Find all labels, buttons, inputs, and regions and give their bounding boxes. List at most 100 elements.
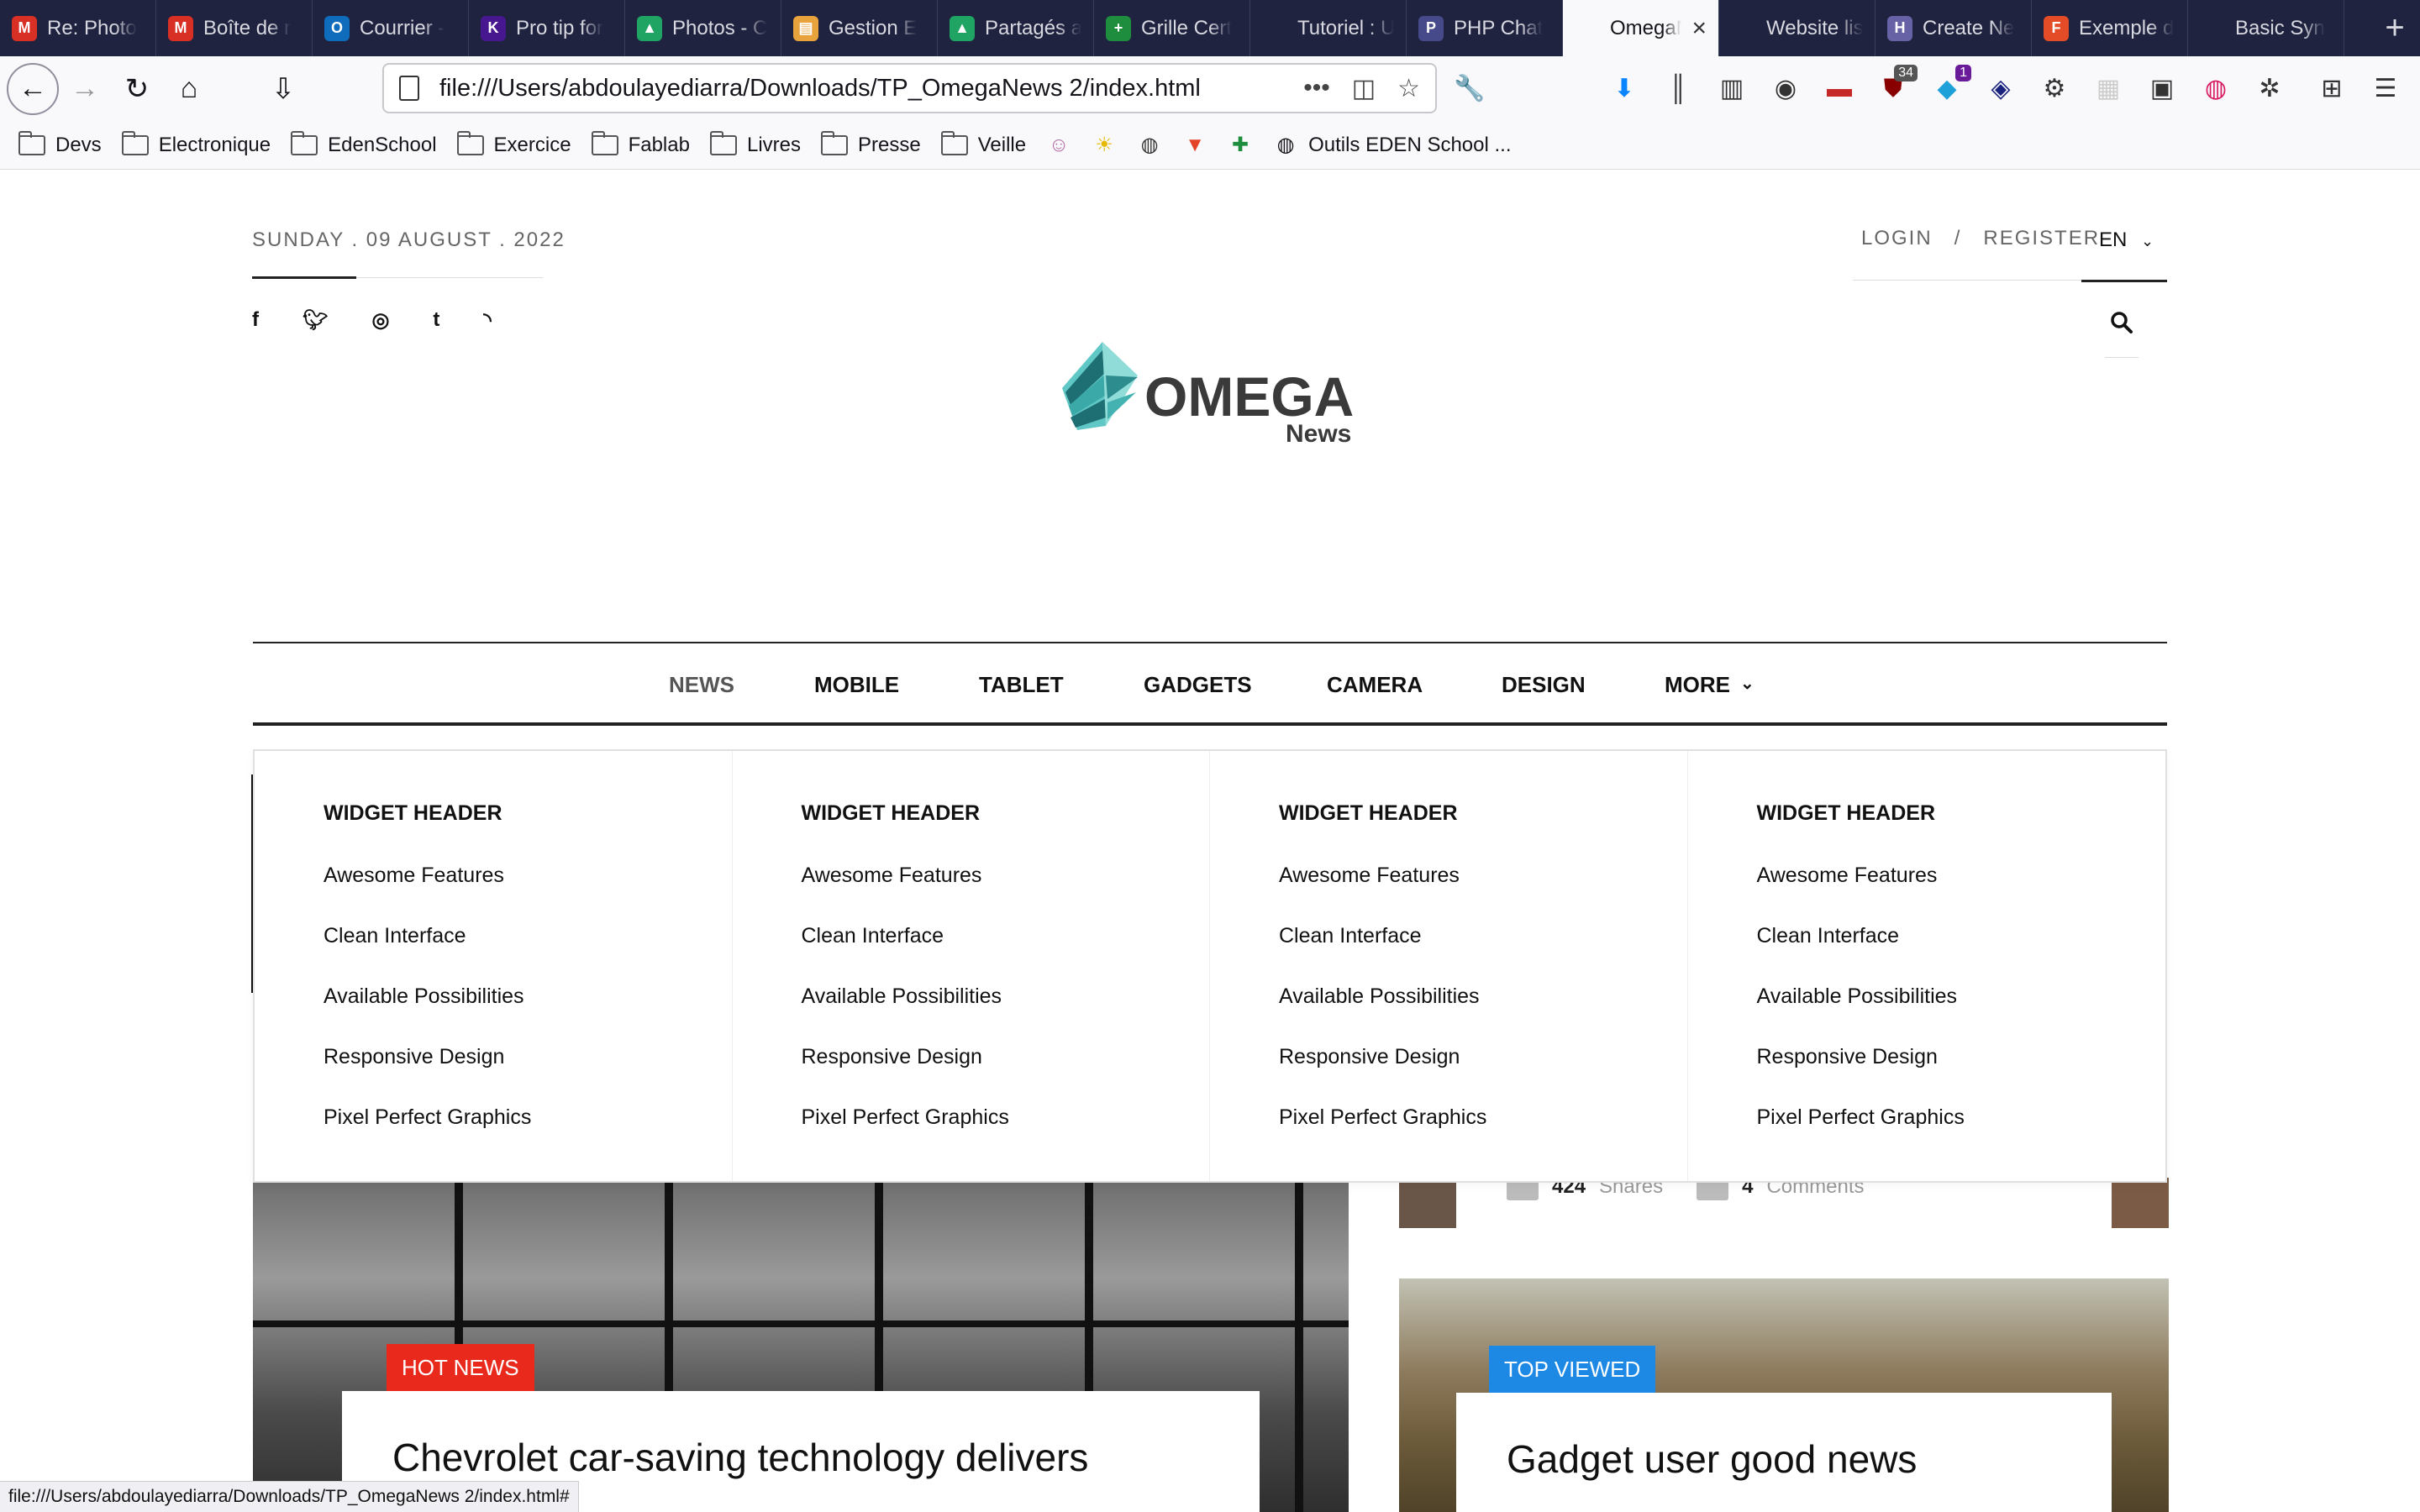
instagram-icon[interactable]: ◎ — [371, 308, 389, 333]
bookmark-folder[interactable]: Exercice — [456, 130, 571, 157]
mega-menu-link[interactable]: Clean Interface — [1279, 924, 1687, 984]
bookmark-ico-1[interactable]: ☺ — [1046, 133, 1071, 158]
browser-tab[interactable]: M Boîte de r — [156, 0, 313, 56]
browser-tab[interactable]: Basic Syn — [2188, 0, 2344, 56]
thumbnail[interactable] — [2112, 1178, 2169, 1228]
bookmark-folder[interactable]: Fablab — [591, 130, 690, 157]
rss-icon[interactable]: ◝ — [483, 308, 491, 333]
forward-icon[interactable]: → — [59, 63, 111, 115]
bookmark-folder[interactable]: Devs — [18, 130, 102, 157]
language-select[interactable]: EN ⌄ — [2099, 228, 2154, 252]
url-bar[interactable]: file:///Users/abdoulayediarra/Downloads/… — [382, 63, 1437, 113]
lastpass-icon[interactable]: ▬ — [1823, 73, 1855, 105]
color-picker-icon[interactable]: ◍ — [2200, 73, 2232, 105]
sidebar-icon[interactable]: ▥ — [1716, 73, 1748, 105]
browser-tab[interactable]: ▲ Partagés a — [938, 0, 1094, 56]
bookmark-folder[interactable]: Livres — [709, 130, 801, 157]
search-icon[interactable] — [2105, 311, 2139, 358]
pocket-icon[interactable]: ◫ — [1352, 74, 1376, 103]
browser-tab[interactable]: ▲ Photos - C — [625, 0, 781, 56]
browser-tab[interactable]: P PHP Chat — [1407, 0, 1563, 56]
facebook-icon[interactable]: f — [252, 308, 259, 333]
wrench-icon[interactable]: 🔧 — [1454, 73, 1486, 105]
bookmark-folder[interactable]: Veille — [940, 130, 1026, 157]
library-icon[interactable]: ║ — [1662, 73, 1694, 105]
nav-news[interactable]: NEWS — [669, 672, 734, 698]
browser-tab[interactable]: H Create Ne — [1876, 0, 2032, 56]
article-title[interactable]: Gadget user good news — [1507, 1436, 1917, 1482]
browser-tab[interactable]: Tutoriel : Un c — [1250, 0, 1407, 56]
browser-tab[interactable]: F Exemple d — [2032, 0, 2188, 56]
globe-icon[interactable]: ◍ — [1137, 133, 1162, 158]
thumbnail[interactable] — [1399, 1178, 1456, 1228]
browser-tab[interactable]: + Grille Cert — [1094, 0, 1250, 56]
gift-icon[interactable]: ⊞ — [2316, 73, 2348, 105]
browser-tab[interactable]: K Pro tip for — [469, 0, 625, 56]
site-logo[interactable]: OMEGA News — [1054, 325, 1365, 459]
download-icon[interactable]: ⬇ — [1608, 73, 1640, 105]
mega-menu-link[interactable]: Clean Interface — [324, 924, 732, 984]
mega-menu-link[interactable]: Responsive Design — [324, 1045, 732, 1105]
category-badge[interactable]: HOT NEWS — [387, 1344, 534, 1391]
back-icon[interactable]: ← — [7, 62, 59, 115]
gitlab-icon[interactable]: ▼ — [1182, 133, 1207, 158]
more-actions-icon[interactable]: ••• — [1303, 74, 1330, 102]
pin-icon[interactable]: ⇩ — [257, 63, 309, 115]
mega-menu-link[interactable]: Responsive Design — [1279, 1045, 1687, 1105]
layers-icon[interactable]: ◈ — [1985, 73, 2017, 105]
mega-menu-link[interactable]: Clean Interface — [802, 924, 1210, 984]
mega-menu-link[interactable]: Pixel Perfect Graphics — [1757, 1105, 2166, 1166]
gear-icon[interactable]: ⚙ — [2039, 73, 2070, 105]
mega-menu-link[interactable]: Awesome Features — [324, 864, 732, 924]
nav-gadgets[interactable]: GADGETS — [1144, 672, 1252, 698]
bug-icon[interactable]: ✲ — [2254, 73, 2286, 105]
article-title[interactable]: Chevrolet car-saving technology delivers — [392, 1435, 1088, 1480]
mega-menu-link[interactable]: Responsive Design — [1757, 1045, 2166, 1105]
browser-tab[interactable]: O Courrier - — [313, 0, 469, 56]
account-icon[interactable]: ◉ — [1770, 73, 1802, 105]
browser-tab[interactable]: ▤ Gestion E — [781, 0, 938, 56]
browser-tab[interactable]: OmegaNe × — [1563, 0, 1719, 56]
home-icon[interactable]: ⌂ — [163, 63, 215, 115]
mega-menu-link[interactable]: Pixel Perfect Graphics — [1279, 1105, 1687, 1166]
browser-tab[interactable]: M Re: Photo — [0, 0, 156, 56]
close-tab-icon[interactable]: × — [1691, 14, 1707, 43]
url-text[interactable]: file:///Users/abdoulayediarra/Downloads/… — [439, 75, 1201, 102]
new-tab-icon[interactable]: + — [2370, 0, 2420, 56]
grid-icon[interactable]: ▦ — [2092, 73, 2124, 105]
mega-menu-link[interactable]: Available Possibilities — [1279, 984, 1687, 1045]
mega-menu-link[interactable]: Available Possibilities — [802, 984, 1210, 1045]
mega-menu-link[interactable]: Awesome Features — [802, 864, 1210, 924]
category-badge[interactable]: TOP VIEWED — [1489, 1346, 1656, 1393]
article-card[interactable]: Gadget user good news — [1456, 1393, 2112, 1512]
mega-menu-link[interactable]: Responsive Design — [802, 1045, 1210, 1105]
bookmark-link[interactable]: ◍ Outils EDEN School ... — [1273, 133, 1512, 158]
browser-tab[interactable]: Website list — [1719, 0, 1876, 56]
reload-icon[interactable]: ↻ — [111, 63, 163, 115]
mega-menu-link[interactable]: Available Possibilities — [1757, 984, 2166, 1045]
sun-icon[interactable]: ☀ — [1092, 133, 1117, 158]
register-link[interactable]: REGISTER — [1983, 227, 2100, 250]
tumblr-icon[interactable]: t — [433, 308, 439, 333]
twitter-icon[interactable]: 🐦︎ — [302, 308, 328, 333]
note-icon[interactable]: ▣ — [2146, 73, 2178, 105]
mega-menu-link[interactable]: Pixel Perfect Graphics — [324, 1105, 732, 1166]
extension-icon[interactable]: ◆ 1 — [1931, 64, 1971, 105]
sheets-icon[interactable]: ✚ — [1228, 133, 1253, 158]
mega-menu-link[interactable]: Available Possibilities — [324, 984, 732, 1045]
nav-more[interactable]: MORE ⌄ — [1665, 672, 1754, 698]
mega-menu-link[interactable]: Pixel Perfect Graphics — [802, 1105, 1210, 1166]
ublock-icon[interactable]: ⛊ 34 — [1877, 64, 1918, 105]
nav-camera[interactable]: CAMERA — [1327, 672, 1423, 698]
nav-design[interactable]: DESIGN — [1502, 672, 1586, 698]
nav-tablet[interactable]: TABLET — [979, 672, 1064, 698]
nav-mobile[interactable]: MOBILE — [814, 672, 899, 698]
mega-menu-link[interactable]: Awesome Features — [1279, 864, 1687, 924]
mega-menu-link[interactable]: Clean Interface — [1757, 924, 2166, 984]
menu-icon[interactable]: ☰ — [2370, 73, 2402, 105]
mega-menu-link[interactable]: Awesome Features — [1757, 864, 2166, 924]
bookmark-folder[interactable]: Presse — [821, 130, 921, 157]
bookmark-star-icon[interactable]: ☆ — [1397, 74, 1420, 103]
login-link[interactable]: LOGIN — [1861, 227, 1933, 250]
bookmark-folder[interactable]: Electronique — [121, 130, 271, 157]
